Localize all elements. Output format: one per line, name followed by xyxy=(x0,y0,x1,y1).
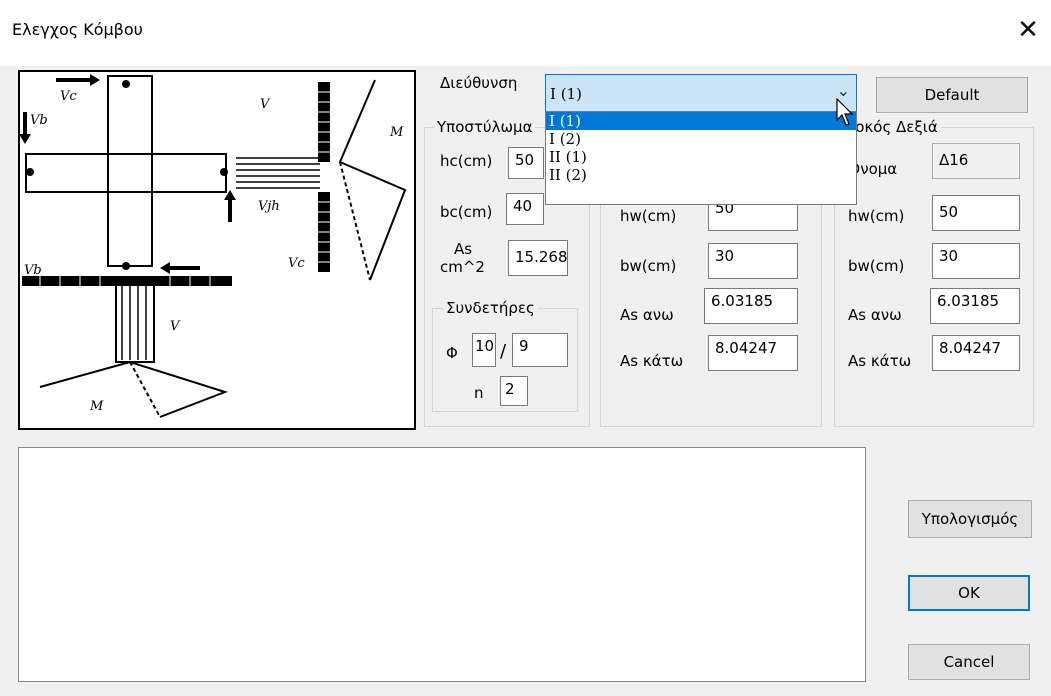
as-label-2: cm^2 xyxy=(440,258,485,276)
beam-right-as-bot-label: As κάτω xyxy=(848,352,912,370)
beam-right-as-top-input[interactable]: 6.03185 xyxy=(930,288,1020,324)
beam-left-hw-label: hw(cm) xyxy=(620,207,677,225)
column-as-input[interactable]: 15.268 xyxy=(508,240,568,276)
calculate-button[interactable]: Υπολογισμός xyxy=(908,500,1032,538)
beam-right-as-top-label: As ανω xyxy=(848,306,902,324)
direction-dropdown-list[interactable]: I (1) I (2) II (1) II (2) xyxy=(545,111,857,205)
window-title: Ελεγχος Κόμβου xyxy=(12,20,143,39)
hc-label: hc(cm) xyxy=(440,152,493,170)
beam-right-hw-label: hw(cm) xyxy=(848,207,905,225)
beam-left-bw-input[interactable]: 30 xyxy=(708,243,798,279)
n-input[interactable]: 2 xyxy=(500,376,528,406)
label-v-top: V xyxy=(260,97,271,112)
bc-input[interactable]: 40 xyxy=(506,193,544,225)
n-label: n xyxy=(474,384,484,402)
default-button[interactable]: Default xyxy=(876,77,1028,113)
cancel-button[interactable]: Cancel xyxy=(908,644,1030,680)
label-v-bottom: V xyxy=(170,319,181,334)
joint-diagram-svg: Vc Vb V M Vjh Vc Vb V M xyxy=(19,74,407,418)
bc-label: bc(cm) xyxy=(440,203,493,221)
title-bar: Ελεγχος Κόμβου ✕ xyxy=(0,0,1051,66)
direction-label: Διεύθυνση xyxy=(440,74,518,92)
label-vb: Vb xyxy=(30,113,48,128)
direction-option[interactable]: I (2) xyxy=(546,130,856,148)
beam-right-bw-label: bw(cm) xyxy=(848,257,905,275)
phi-label: Φ xyxy=(446,344,458,362)
ok-button[interactable]: OK xyxy=(908,575,1030,611)
label-vjh: Vjh xyxy=(258,199,280,214)
beam-right-hw-input[interactable]: 50 xyxy=(932,195,1020,231)
phi-input[interactable]: 10 xyxy=(472,333,496,367)
beam-right-name-field: Δ16 xyxy=(932,143,1020,179)
results-textarea[interactable] xyxy=(18,447,866,682)
label-vc2: Vc xyxy=(288,256,305,271)
beam-left-bw-label: bw(cm) xyxy=(620,257,677,275)
label-vb-left: Vb xyxy=(24,263,42,278)
beam-left-as-top-label: As ανω xyxy=(620,306,674,324)
close-icon[interactable]: ✕ xyxy=(1005,10,1051,50)
beam-right-as-bot-input[interactable]: 8.04247 xyxy=(932,335,1020,371)
label-m-bottom: M xyxy=(89,399,104,414)
label-vc: Vc xyxy=(60,89,77,104)
direction-combobox[interactable]: I (1) ⌄ xyxy=(545,74,857,112)
direction-option[interactable]: I (1) xyxy=(546,112,856,130)
beam-left-as-bot-input[interactable]: 8.04247 xyxy=(708,335,798,371)
beam-left-as-bot-label: As κάτω xyxy=(620,352,684,370)
beam-right-bw-input[interactable]: 30 xyxy=(932,243,1020,279)
mouse-cursor-icon xyxy=(836,98,854,126)
column-group-title: Υποστύλωμα xyxy=(434,118,536,136)
hc-input[interactable]: 50 xyxy=(508,147,544,179)
joint-diagram: Vc Vb V M Vjh Vc Vb V M xyxy=(18,70,416,430)
direction-selected-value: I (1) xyxy=(550,85,582,103)
slash-label: / xyxy=(500,341,507,362)
direction-option[interactable]: II (1) xyxy=(546,148,856,166)
beam-left-as-top-input[interactable]: 6.03185 xyxy=(704,288,798,324)
direction-option[interactable]: II (2) xyxy=(546,166,856,184)
stirrups-title: Συνδετήρες xyxy=(443,299,538,317)
label-m-right: M xyxy=(389,125,404,140)
stirrup-spacing-input[interactable]: 9 xyxy=(512,333,568,367)
as-label-1: As xyxy=(454,240,473,258)
